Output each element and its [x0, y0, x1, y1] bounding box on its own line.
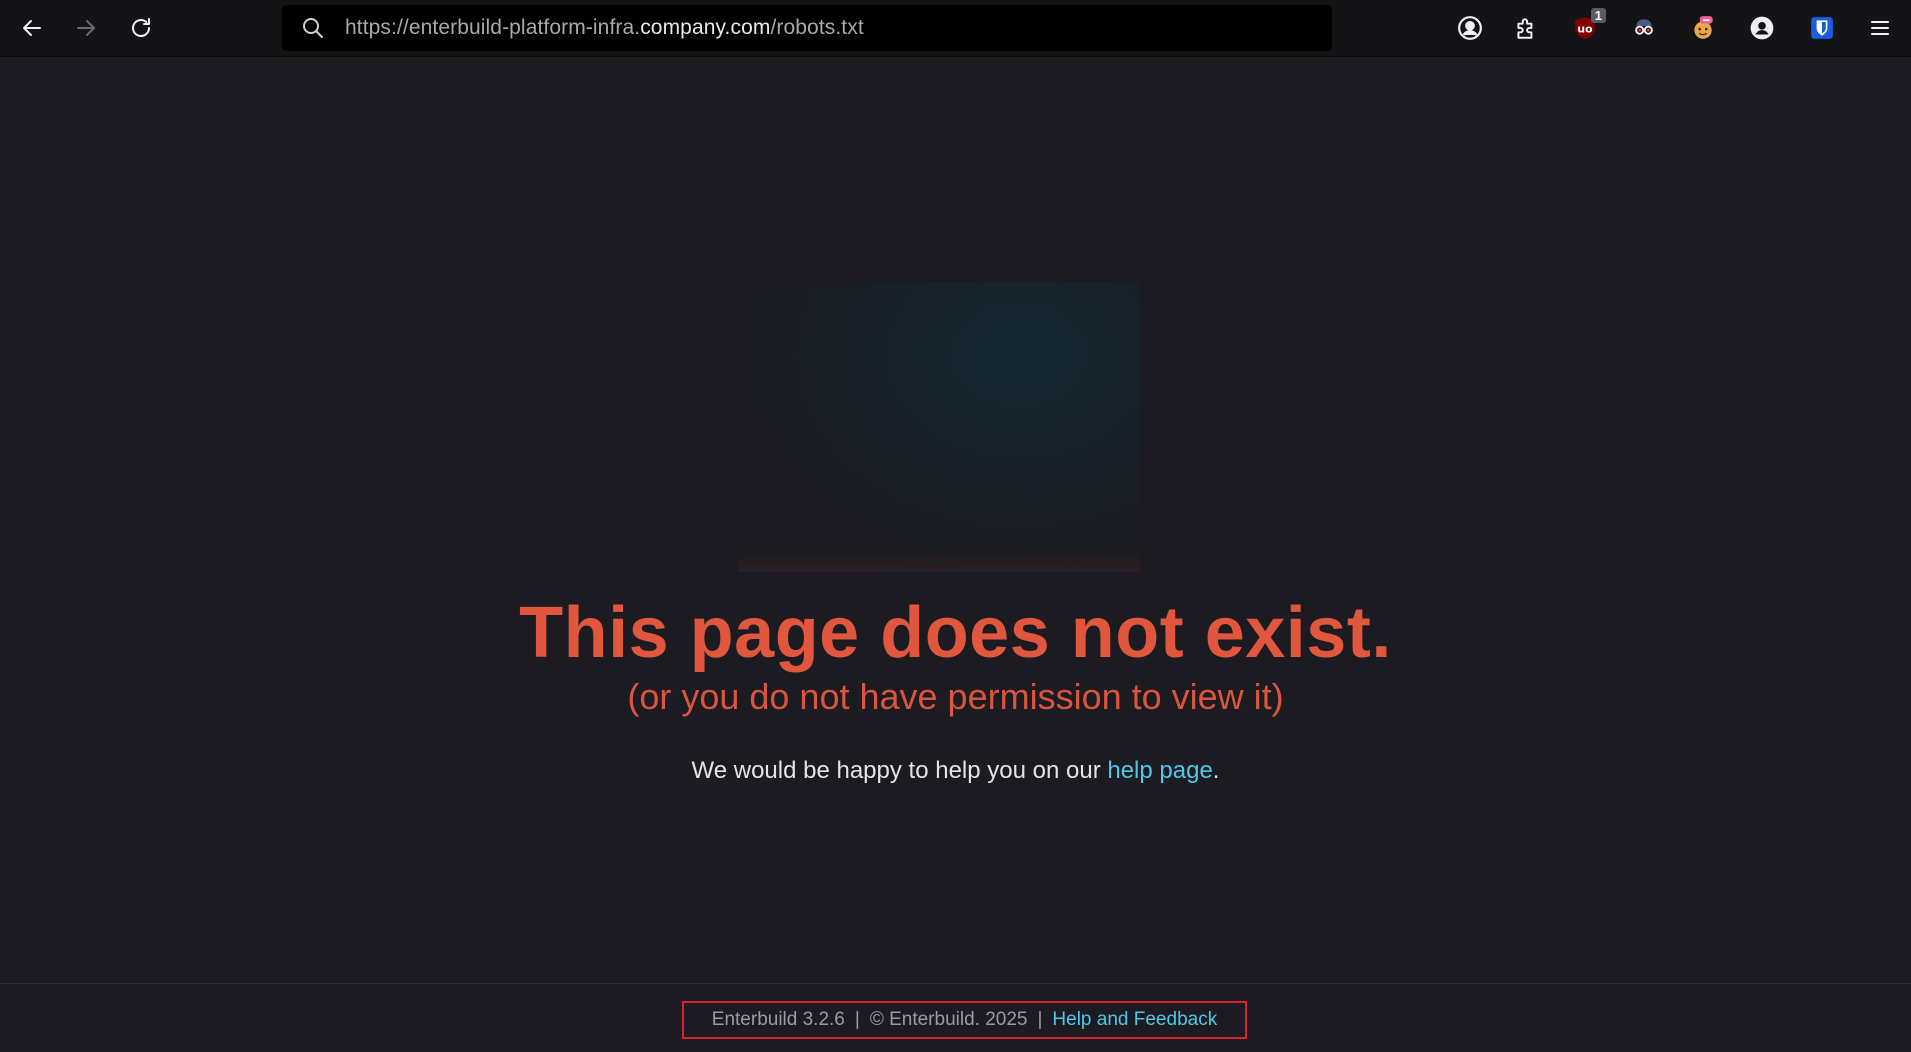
url-path: /robots.txt — [770, 16, 864, 39]
illustration-fade — [738, 552, 1140, 572]
bitwarden-button[interactable] — [1804, 10, 1840, 46]
forward-button[interactable] — [68, 10, 104, 46]
bitwarden-icon — [1811, 17, 1833, 39]
profile-button[interactable] — [1744, 10, 1780, 46]
url-text: https://enterbuild-platform-infra.compan… — [345, 16, 864, 40]
ublock-origin-button[interactable]: uo 1 — [1567, 8, 1606, 46]
reload-button[interactable] — [123, 10, 159, 46]
emoji-extension-button[interactable] — [1685, 10, 1721, 46]
help-and-feedback-link[interactable]: Help and Feedback — [1052, 1009, 1217, 1031]
extensions-button[interactable] — [1508, 10, 1544, 46]
help-page-link[interactable]: help page — [1107, 757, 1212, 784]
help-message: We would be happy to help you on our hel… — [0, 757, 1911, 785]
account-icon — [1458, 16, 1482, 40]
profile-icon — [1750, 16, 1774, 40]
url-prefix: https://enterbuild-platform-infra. — [345, 16, 641, 39]
footer-separator: | — [1037, 1009, 1043, 1030]
error-subline: (or you do not have permission to view i… — [627, 676, 1284, 717]
error-headline: This page does not exist. — [519, 593, 1392, 673]
forward-arrow-icon — [77, 20, 95, 36]
svg-text:uo: uo — [1577, 22, 1592, 35]
address-bar[interactable]: https://enterbuild-platform-infra.compan… — [282, 5, 1332, 51]
footer-highlight-box: Enterbuild 3.2.6 | © Enterbuild. 2025 | … — [682, 1001, 1247, 1039]
hamburger-menu-icon — [1871, 21, 1889, 35]
footer-separator: | — [854, 1009, 860, 1030]
illustration-placeholder — [738, 282, 1140, 572]
privacy-glasses-icon — [1635, 19, 1653, 35]
page-footer: Enterbuild 3.2.6 | © Enterbuild. 2025 | … — [0, 983, 1911, 1052]
app-menu-button[interactable] — [1862, 10, 1898, 46]
privacy-glasses-button[interactable] — [1626, 10, 1662, 46]
footer-version: Enterbuild 3.2.6 — [711, 1009, 845, 1030]
browser-toolbar: https://enterbuild-platform-infra.compan… — [0, 0, 1911, 57]
extensions-puzzle-icon — [1517, 18, 1533, 39]
emoji-extension-icon — [1694, 16, 1713, 39]
back-button[interactable] — [14, 10, 50, 46]
page-content: This page does not exist. (or you do not… — [0, 57, 1911, 983]
footer-copyright: © Enterbuild. 2025 — [869, 1009, 1028, 1030]
ublock-badge: 1 — [1590, 8, 1606, 23]
help-message-suffix: . — [1212, 757, 1220, 784]
search-icon — [303, 18, 323, 38]
reload-icon — [132, 18, 150, 37]
help-message-prefix: We would be happy to help you on our — [691, 757, 1108, 784]
account-button[interactable] — [1452, 10, 1488, 46]
back-arrow-icon — [23, 20, 41, 36]
url-host: company.com — [640, 16, 771, 39]
